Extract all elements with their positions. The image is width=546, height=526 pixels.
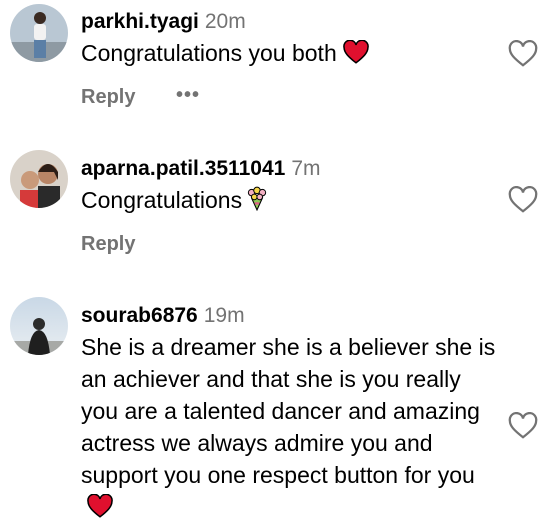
reply-button[interactable]: Reply xyxy=(81,86,135,109)
comment-text: Congratulations you both xyxy=(81,37,501,72)
avatar[interactable] xyxy=(10,297,68,355)
reply-button[interactable]: Reply xyxy=(81,233,135,256)
more-options-button[interactable]: ••• xyxy=(176,84,200,107)
username[interactable]: sourab6876 19m xyxy=(81,304,245,328)
comment-text: Congratulations xyxy=(81,184,501,219)
bouquet-icon xyxy=(244,185,270,219)
red-heart-icon xyxy=(87,493,113,526)
username[interactable]: aparna.patil.3511041 7m xyxy=(81,157,321,181)
avatar[interactable] xyxy=(10,150,68,208)
timestamp: 7m xyxy=(291,157,321,180)
like-heart-icon[interactable] xyxy=(508,39,538,68)
comment-text: She is a dreamer she is a believer she i… xyxy=(81,331,501,526)
username[interactable]: parkhi.tyagi 20m xyxy=(81,10,246,34)
avatar[interactable] xyxy=(10,4,68,62)
timestamp: 19m xyxy=(203,304,245,327)
timestamp: 20m xyxy=(204,10,246,33)
red-heart-icon xyxy=(342,39,369,72)
like-heart-icon[interactable] xyxy=(508,411,538,440)
like-heart-icon[interactable] xyxy=(508,185,538,214)
